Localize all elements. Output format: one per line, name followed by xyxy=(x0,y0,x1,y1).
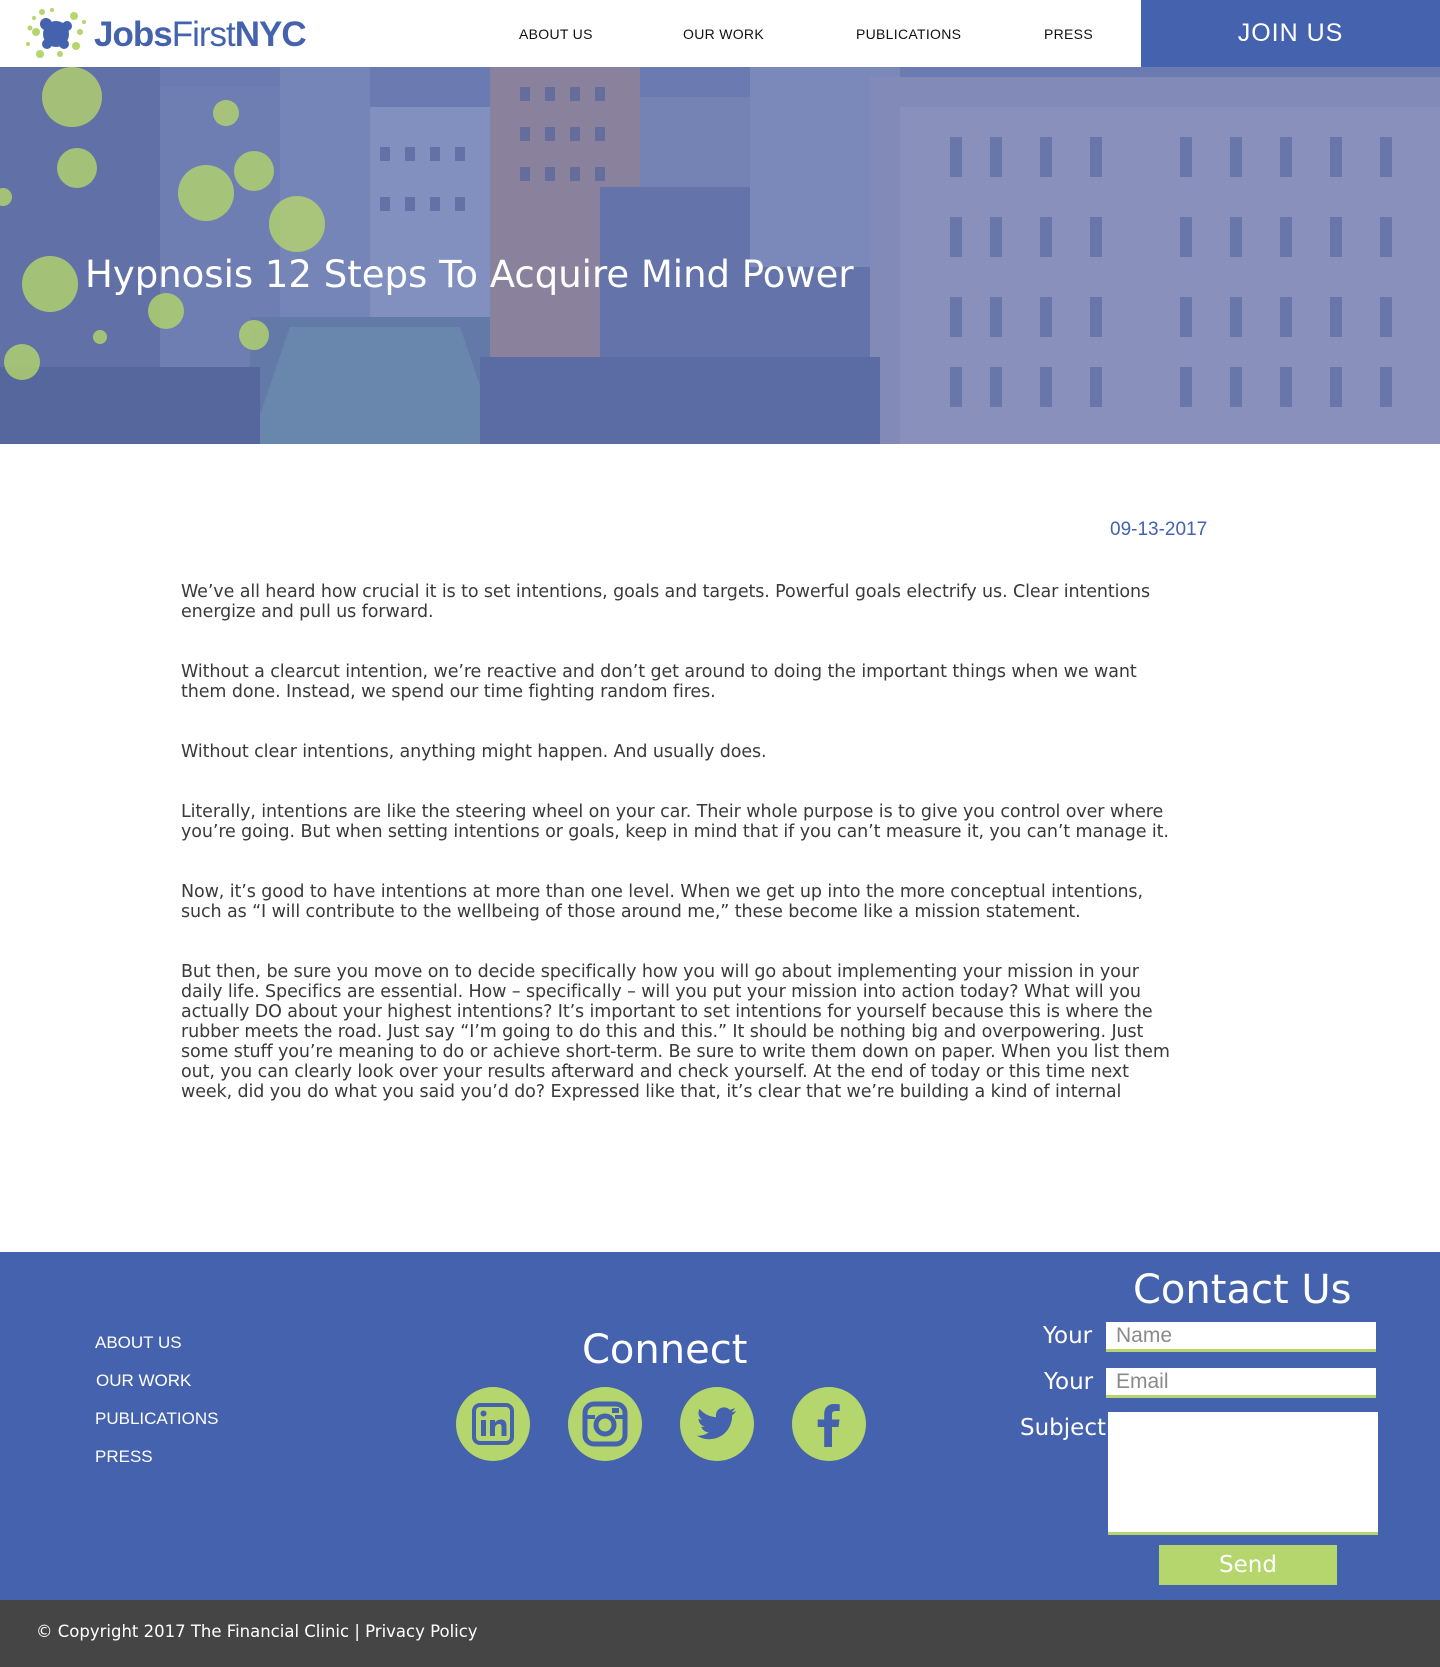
footer-link-publications[interactable]: PUBLICATIONS xyxy=(95,1409,218,1429)
join-us-button[interactable]: JOIN US xyxy=(1141,0,1440,67)
subject-field[interactable] xyxy=(1108,1412,1378,1535)
article-paragraph: Without clear intentions, anything might… xyxy=(181,742,767,762)
logo-part-jobs: Jobs xyxy=(94,15,173,54)
instagram-icon xyxy=(582,1401,628,1447)
article-paragraph: We’ve all heard how crucial it is to set… xyxy=(181,582,1151,622)
logo-wordmark: JobsFirstNYC xyxy=(94,15,307,55)
twitter-icon xyxy=(696,1407,737,1440)
name-label: Your xyxy=(1043,1323,1093,1349)
page-title: Hypnosis 12 Steps To Acquire Mind Power xyxy=(85,253,854,296)
logo-part-first: First xyxy=(171,15,236,54)
facebook-icon xyxy=(817,1404,840,1447)
facebook-link[interactable] xyxy=(792,1387,866,1461)
logo-splash-icon xyxy=(26,8,86,58)
article-paragraph: Literally, intentions are like the steer… xyxy=(181,802,1169,842)
hero-banner: Hypnosis 12 Steps To Acquire Mind Power xyxy=(0,67,1440,444)
send-button[interactable]: Send xyxy=(1159,1545,1337,1585)
copyright-text[interactable]: © Copyright 2017 The Financial Clinic | … xyxy=(36,1622,478,1641)
site-footer: ABOUT US OUR WORK PUBLICATIONS PRESS Con… xyxy=(0,1252,1440,1600)
nav-press[interactable]: PRESS xyxy=(1044,26,1093,42)
footer-link-about-us[interactable]: ABOUT US xyxy=(95,1333,182,1353)
name-field[interactable] xyxy=(1106,1322,1376,1352)
nav-about-us[interactable]: ABOUT US xyxy=(519,26,593,42)
post-date: 09-13-2017 xyxy=(1110,519,1208,540)
site-header: JobsFirstNYC ABOUT US OUR WORK PUBLICATI… xyxy=(0,0,1440,67)
article-body: We’ve all heard how crucial it is to set… xyxy=(181,582,1181,1102)
copyright-bar: © Copyright 2017 The Financial Clinic | … xyxy=(0,1600,1440,1667)
nav-our-work[interactable]: OUR WORK xyxy=(683,26,764,42)
footer-link-press[interactable]: PRESS xyxy=(95,1447,153,1467)
linkedin-link[interactable] xyxy=(456,1387,530,1461)
instagram-link[interactable] xyxy=(568,1387,642,1461)
email-label: Your xyxy=(1044,1369,1094,1395)
email-field[interactable] xyxy=(1106,1368,1376,1398)
connect-heading: Connect xyxy=(582,1327,748,1373)
nav-publications[interactable]: PUBLICATIONS xyxy=(856,26,961,42)
subject-label: Subject xyxy=(1020,1415,1106,1441)
footer-link-our-work[interactable]: OUR WORK xyxy=(96,1371,191,1391)
article-paragraph: Now, it’s good to have intentions at mor… xyxy=(181,882,1143,922)
linkedin-icon xyxy=(472,1403,514,1445)
site-logo[interactable]: JobsFirstNYC xyxy=(20,2,320,62)
contact-heading: Contact Us xyxy=(1133,1267,1352,1313)
article-paragraph: But then, be sure you move on to decide … xyxy=(181,962,1170,1102)
twitter-link[interactable] xyxy=(680,1387,754,1461)
logo-part-nyc: NYC xyxy=(234,15,307,54)
article-paragraph: Without a clearcut intention, we’re reac… xyxy=(181,662,1137,702)
